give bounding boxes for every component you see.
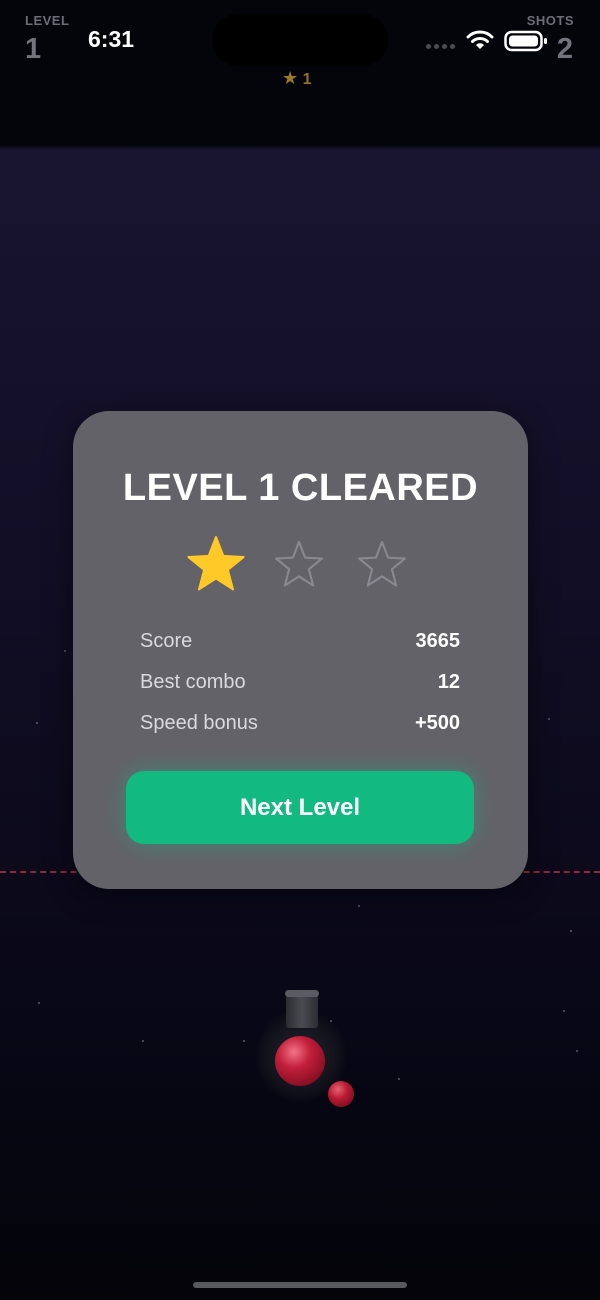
level-complete-dialog: LEVEL 1 CLEARED Score 3665 Best combo 12… bbox=[73, 411, 528, 889]
star-icon-empty bbox=[275, 540, 323, 587]
wifi-icon bbox=[466, 30, 494, 49]
stars-collected: ★ 1 bbox=[282, 68, 312, 89]
bg-star bbox=[576, 1050, 578, 1052]
bg-star bbox=[243, 1040, 245, 1042]
stat-value: +500 bbox=[414, 712, 460, 734]
stat-label: Best combo bbox=[140, 671, 246, 693]
bg-star bbox=[398, 1078, 400, 1080]
status-time: 6:31 bbox=[88, 26, 135, 52]
star-icon-empty bbox=[358, 540, 406, 587]
stat-label: Score bbox=[140, 630, 193, 652]
battery-icon bbox=[504, 30, 547, 52]
shots-value: 2 bbox=[556, 33, 573, 65]
star-icon-filled bbox=[187, 536, 245, 591]
stat-row-speed-bonus: Speed bonus +500 bbox=[140, 712, 460, 740]
stat-value: 3665 bbox=[415, 630, 461, 652]
stars-collected-value: 1 bbox=[302, 71, 312, 88]
stat-row-best-combo: Best combo 12 bbox=[140, 671, 460, 699]
stat-label: Speed bonus bbox=[140, 712, 258, 734]
signal-icon bbox=[426, 44, 456, 50]
dynamic-island bbox=[212, 14, 388, 66]
cannon-barrel-cap bbox=[285, 990, 319, 997]
game-screen: LEVEL 1 SHOTS 2 6:31 ★ 1 LEVEL 1 CLEARED bbox=[0, 0, 600, 1300]
bg-star bbox=[358, 905, 360, 907]
next-level-button[interactable]: Next Level bbox=[126, 771, 474, 844]
next-ball bbox=[328, 1081, 354, 1107]
bg-star bbox=[36, 722, 38, 724]
bg-star bbox=[563, 1010, 565, 1012]
level-value: 1 bbox=[25, 33, 42, 65]
shots-label: SHOTS bbox=[526, 13, 574, 28]
loaded-ball bbox=[275, 1036, 325, 1086]
bg-star bbox=[548, 718, 550, 720]
bg-star bbox=[142, 1040, 144, 1042]
bg-star bbox=[38, 1002, 40, 1004]
dialog-title: LEVEL 1 CLEARED bbox=[122, 467, 479, 509]
level-label: LEVEL bbox=[25, 13, 70, 28]
home-indicator[interactable] bbox=[193, 1282, 407, 1288]
bg-star bbox=[570, 930, 572, 932]
stat-value: 12 bbox=[437, 671, 460, 693]
stat-row-score: Score 3665 bbox=[140, 630, 460, 658]
star-rating bbox=[185, 533, 415, 595]
bg-star bbox=[64, 650, 66, 652]
star-icon: ★ bbox=[282, 68, 299, 88]
